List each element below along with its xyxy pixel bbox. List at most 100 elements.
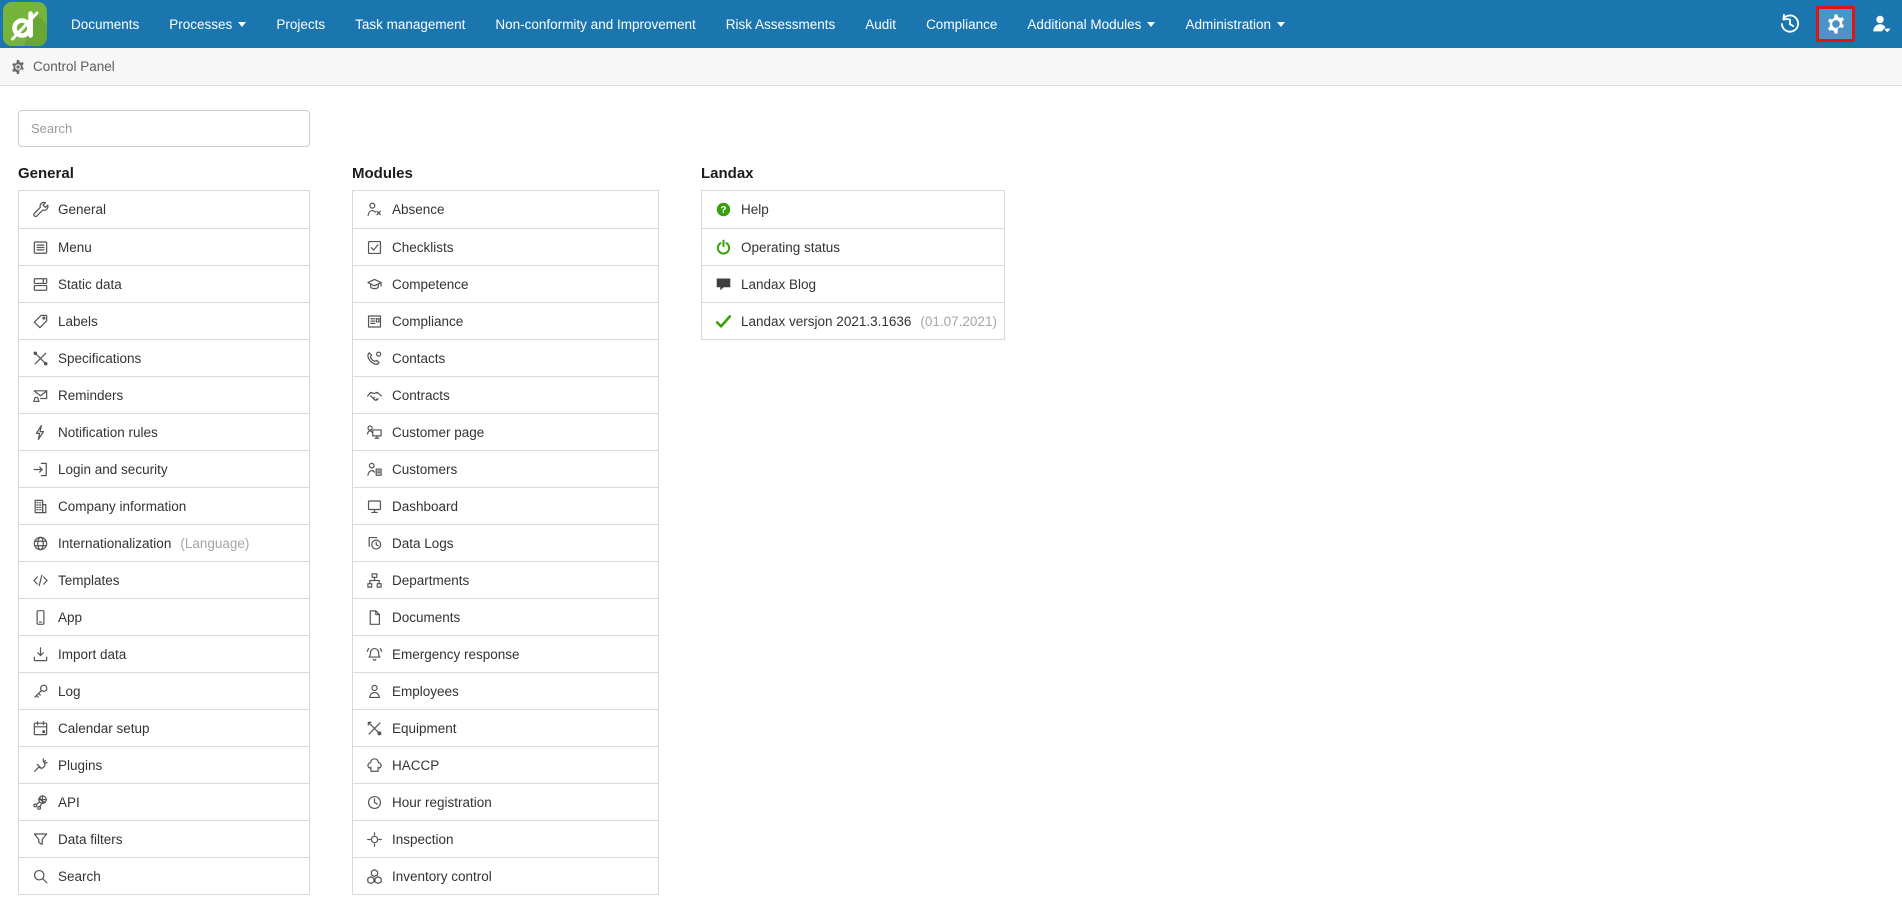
clock-page-icon xyxy=(366,535,383,552)
list-item-contacts[interactable]: Contacts xyxy=(353,339,658,376)
list-item-absence[interactable]: Absence xyxy=(353,191,658,228)
list-item-plugins[interactable]: Plugins xyxy=(19,746,309,783)
section-landax: Landax ? Help Operating status Landax Bl… xyxy=(701,147,1005,340)
list-item-checklists[interactable]: Checklists xyxy=(353,228,658,265)
check-icon xyxy=(715,313,732,330)
page-icon xyxy=(366,609,383,626)
list-item-templates[interactable]: Templates xyxy=(19,561,309,598)
nav-item-processes[interactable]: Processes xyxy=(154,0,261,48)
power-icon xyxy=(715,239,732,256)
list-item-company-information[interactable]: Company information xyxy=(19,487,309,524)
import-icon xyxy=(32,646,49,663)
list-item-compliance[interactable]: Compliance xyxy=(353,302,658,339)
chevron-down-icon xyxy=(1277,22,1285,27)
alarm-bell-icon xyxy=(366,646,383,663)
nav-item-compliance[interactable]: Compliance xyxy=(911,0,1012,48)
search-input[interactable] xyxy=(18,110,310,147)
cubes-icon xyxy=(366,868,383,885)
list-item-reminders[interactable]: Reminders xyxy=(19,376,309,413)
top-navbar: Documents Processes Projects Task manage… xyxy=(0,0,1902,48)
person-monitor-icon xyxy=(366,424,383,441)
chef-hat-icon xyxy=(366,757,383,774)
nav-item-administration[interactable]: Administration xyxy=(1170,0,1300,48)
list-item-data-logs[interactable]: Data Logs xyxy=(353,524,658,561)
list-item-contracts[interactable]: Contracts xyxy=(353,376,658,413)
magnifier-icon xyxy=(32,868,49,885)
list-item-landax-blog[interactable]: Landax Blog xyxy=(702,265,1004,302)
navbar-right-icons xyxy=(1777,6,1902,42)
person-icon xyxy=(366,683,383,700)
key-icon xyxy=(32,683,49,700)
list-item-dashboard[interactable]: Dashboard xyxy=(353,487,658,524)
list-item-log[interactable]: Log xyxy=(19,672,309,709)
list-item-customer-page[interactable]: Customer page xyxy=(353,413,658,450)
landax-logo[interactable] xyxy=(3,2,47,46)
modules-list: Absence Checklists Competence Compliance… xyxy=(352,190,659,895)
list-item-login-and-security[interactable]: Login and security xyxy=(19,450,309,487)
control-panel-content: General General Menu Static data Labels … xyxy=(0,86,1902,895)
list-item-employees[interactable]: Employees xyxy=(353,672,658,709)
list-item-documents[interactable]: Documents xyxy=(353,598,658,635)
list-item-specifications[interactable]: Specifications xyxy=(19,339,309,376)
handshake-icon xyxy=(366,387,383,404)
list-item-app[interactable]: App xyxy=(19,598,309,635)
general-list: General Menu Static data Labels Specific… xyxy=(18,190,310,895)
doc-lines-icon xyxy=(366,313,383,330)
list-item-competence[interactable]: Competence xyxy=(353,265,658,302)
list-item-internationalization[interactable]: Internationalization (Language) xyxy=(19,524,309,561)
org-chart-icon xyxy=(366,572,383,589)
nav-item-audit[interactable]: Audit xyxy=(850,0,911,48)
svg-text:?: ? xyxy=(720,205,726,216)
list-item-departments[interactable]: Departments xyxy=(353,561,658,598)
breadcrumb: Control Panel xyxy=(0,48,1902,86)
clock-icon xyxy=(366,794,383,811)
static-data-icon xyxy=(32,276,49,293)
section-title: General xyxy=(18,165,310,182)
help-circle-icon: ? xyxy=(715,201,732,218)
calendar-icon xyxy=(32,720,49,737)
funnel-icon xyxy=(32,831,49,848)
section-general: General General Menu Static data Labels … xyxy=(18,147,310,895)
wrench-icon xyxy=(32,201,49,218)
main-menu: Documents Processes Projects Task manage… xyxy=(56,0,1300,48)
list-item-notification-rules[interactable]: Notification rules xyxy=(19,413,309,450)
nav-item-projects[interactable]: Projects xyxy=(261,0,340,48)
list-item-landax-versjon-2021-3-1636[interactable]: Landax versjon 2021.3.1636 (01.07.2021) xyxy=(702,302,1004,339)
nav-item-additional-modules[interactable]: Additional Modules xyxy=(1012,0,1170,48)
mobile-icon xyxy=(32,609,49,626)
list-item-customers[interactable]: Customers xyxy=(353,450,658,487)
list-item-equipment[interactable]: Equipment xyxy=(353,709,658,746)
tag-icon xyxy=(32,313,49,330)
nav-item-documents[interactable]: Documents xyxy=(56,0,154,48)
list-item-labels[interactable]: Labels xyxy=(19,302,309,339)
code-icon xyxy=(32,572,49,589)
section-modules: Modules Absence Checklists Competence Co… xyxy=(352,147,659,895)
list-item-data-filters[interactable]: Data filters xyxy=(19,820,309,857)
list-item-general[interactable]: General xyxy=(19,191,309,228)
list-item-calendar-setup[interactable]: Calendar setup xyxy=(19,709,309,746)
list-item-operating-status[interactable]: Operating status xyxy=(702,228,1004,265)
nav-item-non-conformity-and-improvement[interactable]: Non-conformity and Improvement xyxy=(480,0,710,48)
user-icon[interactable] xyxy=(1868,11,1894,37)
list-item-search[interactable]: Search xyxy=(19,857,309,894)
tools-x-icon xyxy=(366,720,383,737)
list-item-haccp[interactable]: HACCP xyxy=(353,746,658,783)
list-item-help[interactable]: ? Help xyxy=(702,191,1004,228)
list-item-menu[interactable]: Menu xyxy=(19,228,309,265)
list-item-inventory-control[interactable]: Inventory control xyxy=(353,857,658,894)
menu-icon xyxy=(32,239,49,256)
list-item-api[interactable]: API xyxy=(19,783,309,820)
checkbox-icon xyxy=(366,239,383,256)
person-x-icon xyxy=(366,201,383,218)
list-item-hour-registration[interactable]: Hour registration xyxy=(353,783,658,820)
settings-gear-icon[interactable] xyxy=(1823,11,1849,37)
list-item-import-data[interactable]: Import data xyxy=(19,635,309,672)
list-item-emergency-response[interactable]: Emergency response xyxy=(353,635,658,672)
history-icon[interactable] xyxy=(1777,11,1803,37)
chevron-down-icon xyxy=(238,22,246,27)
list-item-static-data[interactable]: Static data xyxy=(19,265,309,302)
nav-item-task-management[interactable]: Task management xyxy=(340,0,480,48)
list-item-inspection[interactable]: Inspection xyxy=(353,820,658,857)
nav-item-risk-assessments[interactable]: Risk Assessments xyxy=(711,0,851,48)
section-title: Modules xyxy=(352,165,659,182)
